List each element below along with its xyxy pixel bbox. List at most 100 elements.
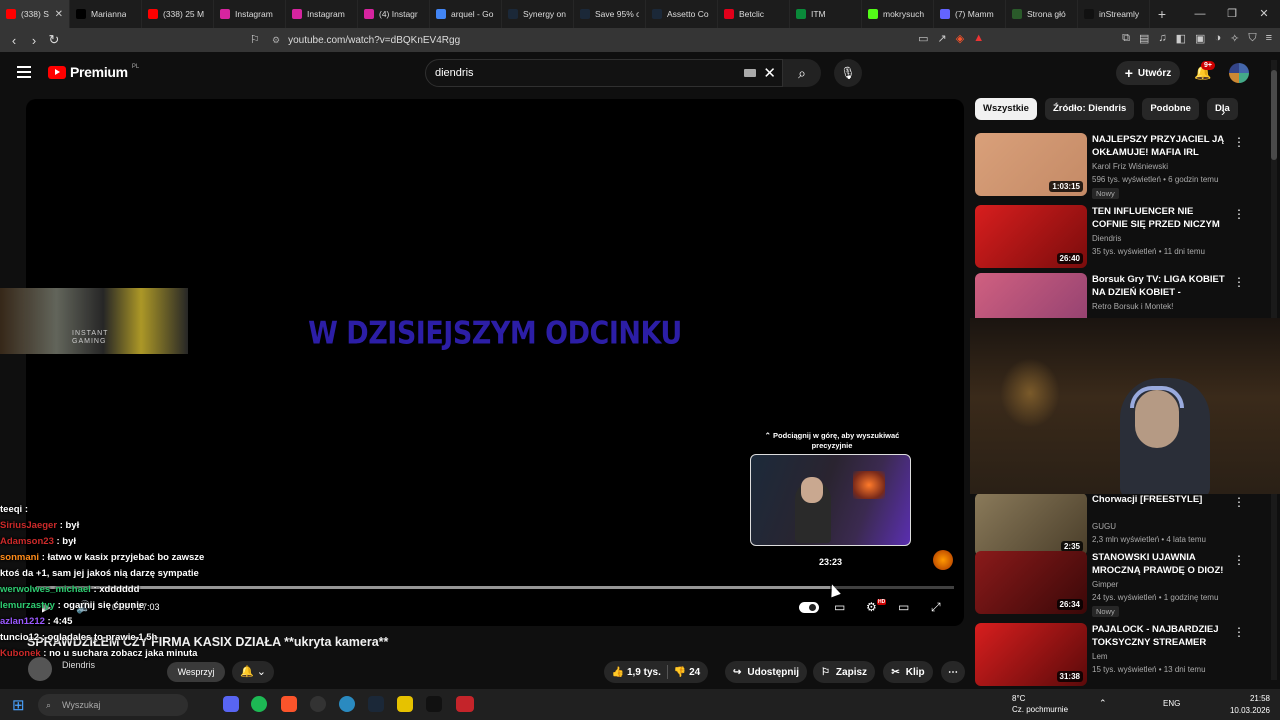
edge-icon[interactable]	[339, 696, 355, 712]
browser-tab[interactable]: mokrysuch	[862, 0, 934, 28]
more-options-icon[interactable]: ⋮	[1233, 495, 1245, 509]
video-thumbnail[interactable]: 1:03:15	[975, 133, 1087, 196]
brave-shield-icon[interactable]: ◈	[956, 32, 964, 45]
account-avatar[interactable]	[1229, 63, 1249, 83]
close-window-icon[interactable]: ✕	[1248, 0, 1280, 28]
browser-tab[interactable]: Marianna	[70, 0, 142, 28]
browser-tab[interactable]: inStreamly	[1078, 0, 1150, 28]
language-indicator[interactable]: ENG	[1163, 699, 1180, 708]
browser-tab[interactable]: Assetto Co	[646, 0, 718, 28]
theater-mode-icon[interactable]: ▭	[898, 600, 909, 614]
browser-tab[interactable]: (4) Instagr	[358, 0, 430, 28]
browser-tab[interactable]: Strona głó	[1006, 0, 1078, 28]
minimize-icon[interactable]: —	[1184, 0, 1216, 28]
hamburger-menu-icon[interactable]	[17, 66, 31, 78]
more-options-icon[interactable]: ⋮	[1233, 207, 1245, 221]
search-value: diendris	[435, 67, 474, 79]
new-tab-icon[interactable]: +	[1150, 6, 1174, 22]
reload-icon[interactable]: ↻	[44, 32, 64, 48]
extension-icon[interactable]: ⧉	[1122, 32, 1130, 45]
search-button[interactable]: ⌕	[783, 59, 821, 87]
browser-tab[interactable]: Synergy on	[502, 0, 574, 28]
taskbar-search[interactable]: ⌕ Wyszukaj	[38, 694, 188, 716]
tab-close-icon[interactable]: ✕	[55, 9, 63, 20]
more-options-icon[interactable]: ⋮	[1233, 625, 1245, 639]
filter-chip[interactable]: Źródło: Diendris	[1044, 98, 1135, 120]
system-clock[interactable]: 21:58 10.03.2026	[1230, 693, 1270, 717]
video-thumbnail[interactable]: 31:38	[975, 623, 1087, 686]
tray-chevron-icon[interactable]: ⌃	[1099, 698, 1107, 709]
youtube-logo[interactable]: Premium PL	[48, 64, 139, 80]
tab-label: (338) 25 M	[163, 9, 205, 19]
discord-icon[interactable]	[223, 696, 239, 712]
fullscreen-icon[interactable]: ⤢	[931, 600, 941, 615]
clear-search-icon[interactable]: ✕	[763, 64, 776, 82]
wallet-icon[interactable]: ▣	[1195, 32, 1205, 45]
recommendation-item[interactable]: 2:35 Chorwacji [FREESTYLE] GUGU 2,3 mln wyś…	[975, 493, 1265, 557]
browser-tab[interactable]: (338) S ✕	[0, 0, 70, 28]
browser-tab[interactable]: Save 95% o	[574, 0, 646, 28]
filter-chip[interactable]: Podobne	[1142, 98, 1199, 120]
like-button[interactable]: 👍 1,9 tys.	[612, 667, 661, 678]
panel-icon[interactable]: ◧	[1176, 32, 1186, 45]
browser-tab[interactable]: Betclic	[718, 0, 790, 28]
url-field[interactable]: ⚙ youtube.com/watch?v=dBQKnEV4Rgg	[246, 30, 996, 50]
leo-icon[interactable]: ✧	[1230, 32, 1239, 45]
search-input[interactable]: diendris ✕	[425, 59, 783, 87]
more-options-icon[interactable]: ⋮	[1233, 275, 1245, 289]
vpn-icon[interactable]: ◑	[1214, 32, 1221, 45]
weather-widget[interactable]: 8°C Cz. pochmurnie	[1012, 693, 1068, 715]
brave-rewards-icon[interactable]: ▲	[973, 32, 984, 45]
more-options-icon[interactable]: ⋮	[1233, 553, 1245, 567]
share-icon[interactable]: ↗	[938, 32, 947, 45]
autoplay-toggle[interactable]	[799, 602, 819, 613]
video-thumbnail[interactable]: 26:34	[975, 551, 1087, 614]
obs-icon[interactable]	[310, 696, 326, 712]
subtitles-icon[interactable]: ▭	[834, 600, 845, 614]
browser-tab[interactable]: (7) Mamm	[934, 0, 1006, 28]
settings-gear-icon[interactable]: ⚙	[866, 600, 877, 614]
forward-icon[interactable]: ›	[24, 33, 44, 48]
video-thumbnail[interactable]: 2:35	[975, 493, 1087, 556]
browser-tab[interactable]: ITM	[790, 0, 862, 28]
cast-icon[interactable]: ▭	[918, 32, 928, 45]
browser-tab[interactable]: Instagram	[214, 0, 286, 28]
browser-tab[interactable]: Instagram	[286, 0, 358, 28]
video-thumbnail[interactable]: 26:40	[975, 205, 1087, 268]
media-icon[interactable]: ♫	[1158, 32, 1166, 45]
notes-icon[interactable]	[397, 696, 413, 712]
recommendation-item[interactable]: 26:40 TEN INFLUENCER NIE COFNIE SIĘ PRZED…	[975, 205, 1265, 269]
recommendation-item[interactable]: 1:03:15 NAJLEPSZY PRZYJACIEL JĄ OKŁAMUJE!…	[975, 133, 1265, 199]
recommendation-channel: Lem	[1092, 652, 1108, 661]
support-button[interactable]: Wesprzyj	[167, 662, 225, 682]
restore-icon[interactable]: ❐	[1216, 0, 1248, 28]
keyboard-icon[interactable]	[744, 69, 756, 77]
more-options-icon[interactable]: ⋮	[1233, 135, 1245, 149]
voicemeeter-icon[interactable]	[456, 696, 474, 712]
browser-tab[interactable]: arquel - Go	[430, 0, 502, 28]
brave-icon[interactable]	[281, 696, 297, 712]
voice-search-button[interactable]: 🎙	[834, 59, 862, 87]
sidebar-icon[interactable]: ▤	[1139, 32, 1149, 45]
subscribe-bell-button[interactable]: 🔔 ⌄	[232, 661, 274, 683]
windows-start-icon[interactable]: ⊞	[12, 696, 25, 714]
share-button[interactable]: ↪ Udostępnij	[725, 661, 807, 683]
shield-icon[interactable]: ⛉	[1248, 32, 1256, 45]
more-actions-button[interactable]: ⋯	[941, 661, 965, 683]
filter-chip[interactable]: Wszystkie	[975, 98, 1037, 120]
create-button[interactable]: + Utwórz	[1116, 61, 1180, 85]
clip-button[interactable]: ✂ Klip	[883, 661, 933, 683]
browser-tab[interactable]: (338) 25 M	[142, 0, 214, 28]
steam-icon[interactable]	[368, 696, 384, 712]
save-button[interactable]: ⚐ Zapisz	[813, 661, 875, 683]
recommendation-item[interactable]: 26:34 STANOWSKI UJAWNIA MROCZNĄ PRAWDĘ O …	[975, 551, 1265, 617]
recommendation-title: TEN INFLUENCER NIE COFNIE SIĘ PRZED NICZ…	[1092, 206, 1220, 230]
recommendation-item[interactable]: 31:38 PAJALOCK - NAJBARDZIEJ TOKSYCZNY ST…	[975, 623, 1265, 687]
cursor-app-icon[interactable]	[426, 696, 442, 712]
menu-icon[interactable]: ≡	[1266, 32, 1272, 45]
chips-next-icon[interactable]: ›	[1221, 104, 1225, 119]
back-icon[interactable]: ‹	[4, 33, 24, 48]
spotify-icon[interactable]	[251, 696, 267, 712]
site-info-icon[interactable]: ⚙	[272, 35, 280, 46]
dislike-button[interactable]: 👎 24	[674, 667, 700, 678]
